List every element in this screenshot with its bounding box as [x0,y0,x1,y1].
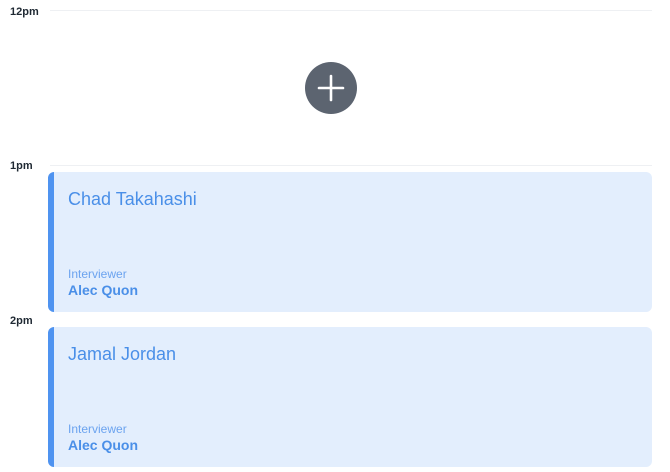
event-title: Chad Takahashi [68,189,197,209]
hour-divider [50,165,652,166]
event-person: Alec Quon [68,282,139,298]
event-role-label: Interviewer [68,267,127,281]
time-label-12pm: 12pm [10,6,39,18]
event-title: Jamal Jordan [68,344,177,364]
time-label-2pm: 2pm [10,315,33,327]
plus-icon [317,74,345,102]
event-role-label: Interviewer [68,422,127,436]
time-label-1pm: 1pm [10,160,33,172]
event-card[interactable]: Jamal Jordan Interviewer Alec Quon [48,327,652,467]
day-calendar: 12pm 1pm Chad Takahashi Interviewer Alec… [0,0,670,472]
hour-divider [50,10,652,11]
event-card[interactable]: Chad Takahashi Interviewer Alec Quon [48,172,652,312]
add-event-button[interactable] [305,62,357,114]
event-person: Alec Quon [68,437,139,453]
